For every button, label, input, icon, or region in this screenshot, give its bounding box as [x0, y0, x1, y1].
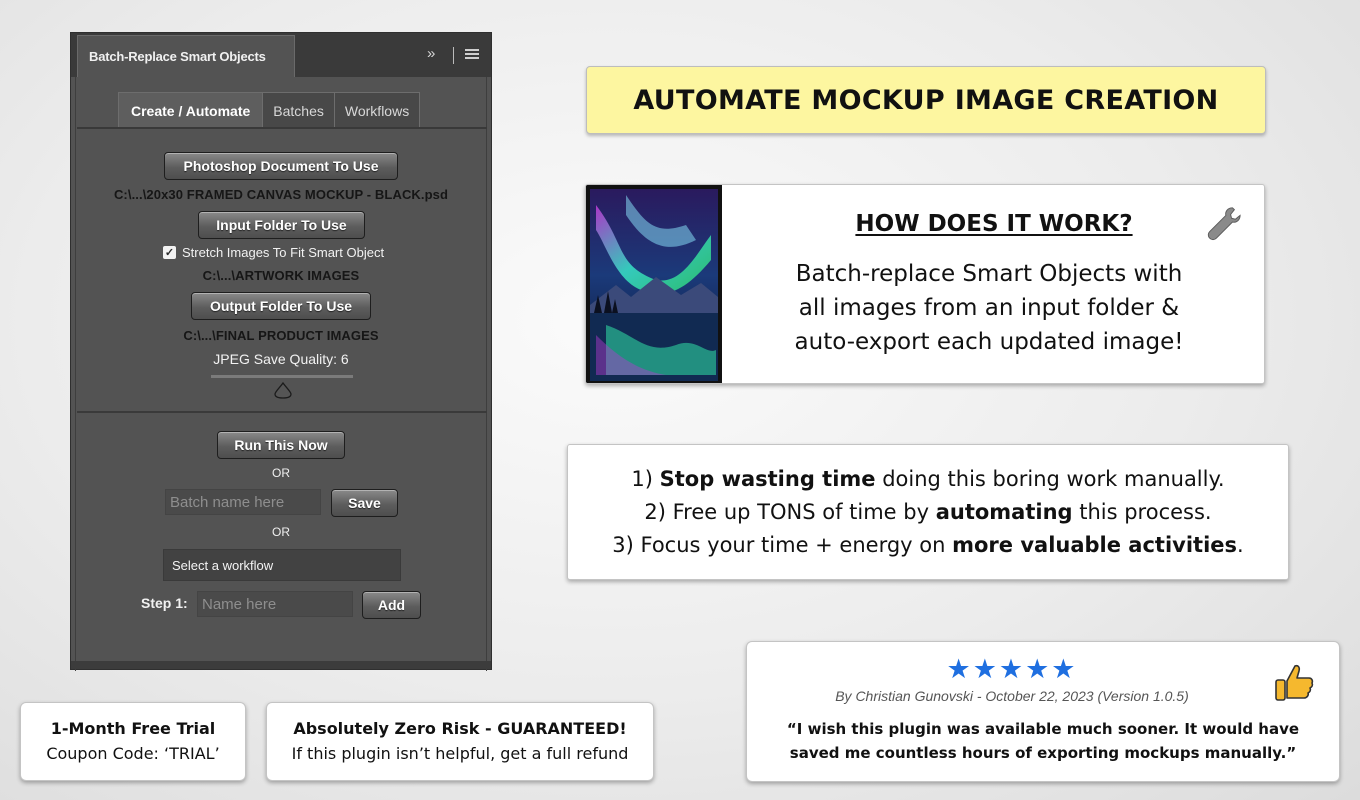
jpeg-quality-label: JPEG Save Quality: 6: [213, 351, 349, 367]
rating-stars: ★★★★★: [946, 654, 1078, 685]
workflow-select[interactable]: Select a workflow: [163, 549, 401, 581]
output-path: C:\...\FINAL PRODUCT IMAGES: [183, 328, 379, 343]
run-now-button[interactable]: Run This Now: [217, 431, 345, 459]
psd-button[interactable]: Photoshop Document To Use: [164, 152, 398, 180]
refund-text: If this plugin isn’t helpful, get a full…: [291, 744, 629, 763]
benefit-emphasis: Stop wasting time: [659, 467, 876, 491]
stretch-option[interactable]: ✓ Stretch Images To Fit Smart Object: [163, 245, 384, 260]
panel-title: Batch-Replace Smart Objects: [89, 49, 266, 64]
how-it-works-title: HOW DOES IT WORK?: [855, 211, 1133, 237]
batch-name-input[interactable]: Batch name here: [165, 489, 321, 515]
or-text-2: OR: [272, 525, 290, 539]
plugin-panel: Batch-Replace Smart Objects » Create / A…: [70, 32, 492, 671]
how-line: Batch-replace Smart Objects with: [795, 261, 1183, 287]
how-it-works-body: Batch-replace Smart Objects with all ima…: [752, 257, 1226, 359]
stretch-label: Stretch Images To Fit Smart Object: [182, 245, 385, 260]
benefit-text: this process.: [1072, 500, 1212, 524]
benefit-text: 2) Free up TONS of time by: [644, 500, 936, 524]
step-name-input[interactable]: Name here: [197, 591, 353, 617]
add-button[interactable]: Add: [362, 591, 421, 619]
input-path: C:\...\ARTWORK IMAGES: [202, 268, 360, 283]
guarantee-card: Absolutely Zero Risk - GUARANTEED! If th…: [266, 702, 654, 781]
panel-menu-icon[interactable]: [465, 49, 479, 61]
how-line: auto-export each updated image!: [794, 329, 1184, 355]
output-folder-button[interactable]: Output Folder To Use: [191, 292, 371, 320]
step-label: Step 1:: [141, 595, 188, 611]
quote-line: “I wish this plugin was available much s…: [786, 720, 1300, 738]
aurora-artwork-image: [586, 185, 722, 383]
benefit-line: 1) Stop wasting time doing this boring w…: [568, 463, 1288, 496]
panel-header: Batch-Replace Smart Objects »: [71, 33, 491, 77]
benefit-text: doing this boring work manually.: [875, 467, 1225, 491]
wrench-icon: [1207, 207, 1241, 241]
benefit-emphasis: automating: [935, 500, 1073, 524]
panel-tabs: Create / Automate Batches Workflows: [118, 92, 421, 128]
or-text: OR: [272, 466, 290, 480]
coupon-code: Coupon Code: ‘TRIAL’: [46, 744, 220, 763]
how-line: all images from an input folder &: [798, 295, 1180, 321]
jpeg-quality-slider[interactable]: [211, 375, 353, 378]
review-quote: “I wish this plugin was available much s…: [767, 717, 1319, 765]
slider-thumb[interactable]: [273, 381, 293, 399]
tabs-underline: [77, 127, 487, 129]
input-folder-button[interactable]: Input Folder To Use: [198, 211, 365, 239]
benefit-line: 2) Free up TONS of time by automating th…: [568, 496, 1288, 529]
thumbs-up-icon: [1275, 664, 1314, 701]
save-button[interactable]: Save: [331, 489, 398, 517]
headline-banner: AUTOMATE MOCKUP IMAGE CREATION: [586, 66, 1266, 134]
benefit-text: .: [1237, 533, 1244, 557]
benefits-card: 1) Stop wasting time doing this boring w…: [567, 444, 1289, 580]
section-divider: [77, 411, 487, 413]
stretch-checkbox[interactable]: ✓: [163, 246, 176, 259]
how-it-works-card: HOW DOES IT WORK? Batch-replace Smart Ob…: [585, 184, 1265, 384]
benefit-line: 3) Focus your time + energy on more valu…: [568, 529, 1288, 562]
header-divider: [453, 47, 454, 64]
benefit-text: 3) Focus your time + energy on: [612, 533, 953, 557]
quote-line: saved me countless hours of exporting mo…: [789, 744, 1297, 762]
tab-batches[interactable]: Batches: [262, 92, 335, 128]
review-card: ★★★★★ By Christian Gunovski - October 22…: [746, 641, 1340, 782]
benefit-text: 1): [631, 467, 660, 491]
expand-panel-icon[interactable]: »: [427, 45, 436, 62]
tab-workflows[interactable]: Workflows: [333, 92, 421, 128]
tab-create-automate[interactable]: Create / Automate: [118, 92, 264, 128]
benefit-emphasis: more valuable activities: [952, 533, 1238, 557]
psd-path: C:\...\20x30 FRAMED CANVAS MOCKUP - BLAC…: [113, 187, 449, 202]
guarantee-title: Absolutely Zero Risk - GUARANTEED!: [293, 719, 627, 738]
reviewer-byline: By Christian Gunovski - October 22, 2023…: [835, 688, 1189, 704]
free-trial-card: 1-Month Free Trial Coupon Code: ‘TRIAL’: [20, 702, 246, 781]
panel-title-tab[interactable]: Batch-Replace Smart Objects: [77, 35, 295, 77]
panel-bottom-bar: [71, 661, 491, 669]
trial-title: 1-Month Free Trial: [50, 719, 216, 738]
